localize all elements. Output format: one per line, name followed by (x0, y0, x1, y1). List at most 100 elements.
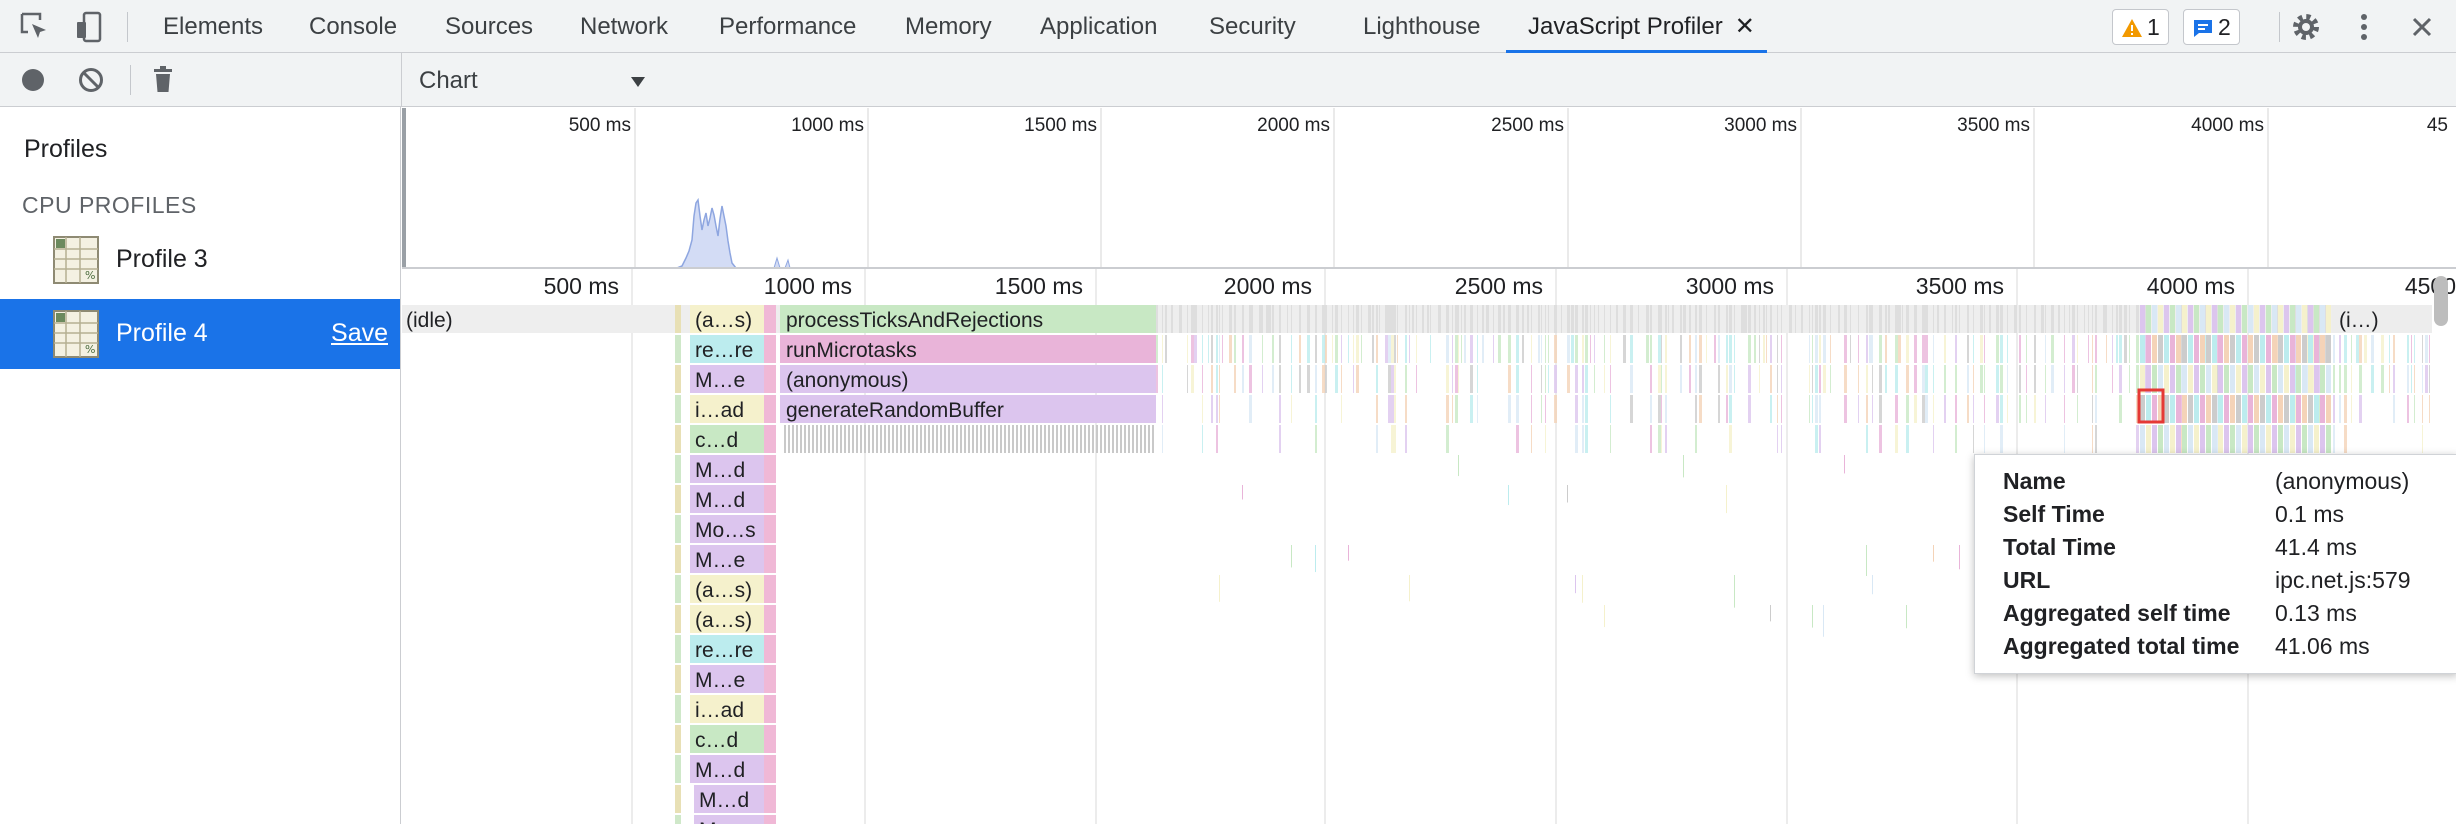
flame-frame[interactable] (764, 755, 776, 783)
flame-frame[interactable] (1498, 335, 1501, 363)
flame-frame[interactable] (1866, 365, 1868, 393)
flame-frame[interactable] (1541, 395, 1542, 423)
flame-frame[interactable] (2092, 425, 2093, 453)
flame-frame[interactable] (2176, 335, 2181, 363)
flame-frame[interactable] (2170, 335, 2175, 363)
flame-frame[interactable] (2218, 335, 2223, 363)
flame-frame[interactable] (1112, 425, 1114, 453)
flame-frame[interactable] (2308, 425, 2313, 453)
flame-frame[interactable] (1879, 335, 1882, 363)
flame-frame[interactable] (1076, 425, 1078, 453)
flame-frame[interactable] (2200, 395, 2205, 423)
flame-frame[interactable] (1242, 485, 1243, 500)
flame-frame[interactable] (1140, 425, 1142, 453)
flame-frame[interactable] (980, 425, 982, 453)
flame-frame[interactable] (888, 425, 890, 453)
flame-frame[interactable] (2364, 335, 2367, 363)
flame-frame[interactable] (1922, 395, 1925, 423)
flame-frame[interactable] (2224, 365, 2229, 393)
flame-frame[interactable] (920, 425, 922, 453)
inspect-element-icon[interactable] (16, 8, 54, 46)
flame-frame[interactable] (2095, 335, 2097, 363)
flame-frame[interactable] (1872, 575, 1873, 595)
flame-frame[interactable] (1661, 335, 1662, 363)
flame-frame[interactable] (1590, 335, 1591, 363)
flame-frame[interactable] (2254, 335, 2259, 363)
flame-frame[interactable] (2182, 425, 2187, 453)
flame-frame[interactable] (1249, 305, 1252, 333)
flame-frame[interactable] (2084, 305, 2085, 333)
flame-frame[interactable] (1446, 335, 1449, 363)
flame-frame[interactable] (2242, 395, 2247, 423)
flame-frame[interactable] (2158, 305, 2163, 333)
flame-frame[interactable] (2224, 395, 2229, 423)
flame-frame[interactable] (1823, 365, 1826, 393)
flame-frame[interactable] (1299, 365, 1301, 393)
flame-frame[interactable] (824, 425, 826, 453)
flame-frame[interactable] (1699, 335, 1702, 363)
flame-frame[interactable] (2407, 365, 2409, 393)
flame-frame[interactable] (2272, 335, 2277, 363)
flame-frame[interactable] (1545, 335, 1546, 363)
flame-frame[interactable] (2266, 305, 2271, 333)
flame-frame[interactable] (1279, 365, 1281, 393)
flame-frame[interactable] (1394, 305, 1396, 333)
flame-frame[interactable] (2194, 395, 2199, 423)
flame-frame[interactable] (1661, 365, 1662, 393)
flame-frame[interactable] (2112, 365, 2113, 393)
flame-frame[interactable] (2381, 365, 2384, 393)
flame-frame[interactable] (2236, 425, 2241, 453)
flame-frame[interactable] (2407, 395, 2409, 423)
flame-frame[interactable] (1409, 575, 1410, 602)
flame-frame[interactable] (1815, 395, 1818, 423)
flame-frame[interactable] (764, 665, 776, 693)
flame-frame[interactable] (1585, 365, 1588, 393)
flame-frame[interactable] (1706, 305, 1707, 333)
flame-frame[interactable] (2000, 335, 2003, 363)
flame-frame[interactable] (1341, 395, 1342, 423)
flame-frame[interactable] (2088, 305, 2089, 333)
flame-frame[interactable] (856, 425, 858, 453)
flame-frame[interactable] (1470, 305, 1473, 333)
flame-frame[interactable] (1335, 365, 1338, 393)
flame-frame[interactable] (1262, 365, 1263, 393)
flame-frame[interactable] (1522, 305, 1524, 333)
flame-frame[interactable] (675, 815, 681, 824)
flame-frame[interactable] (2302, 425, 2307, 453)
flame-frame[interactable] (2064, 365, 2065, 393)
flame-frame[interactable] (2296, 425, 2301, 453)
flame-frame[interactable] (2182, 305, 2187, 333)
flame-frame[interactable] (788, 425, 790, 453)
flame-frame[interactable] (1516, 335, 1519, 363)
flame-frame[interactable] (1959, 545, 1960, 570)
flame-frame[interactable] (2034, 305, 2036, 333)
flame-frame[interactable] (1452, 395, 1453, 423)
flame-frame[interactable] (1658, 305, 1661, 333)
flame-frame[interactable] (1211, 335, 1213, 363)
flame-frame[interactable] (2278, 395, 2283, 423)
flame-frame[interactable] (2371, 335, 2374, 363)
flame-frame[interactable] (1567, 485, 1568, 503)
flame-frame[interactable] (764, 305, 776, 333)
flame-frame[interactable] (1925, 395, 1928, 423)
flame-frame[interactable] (1008, 425, 1010, 453)
flame-frame[interactable] (1405, 365, 1407, 393)
flame-frame[interactable] (924, 425, 926, 453)
flame-frame[interactable] (1585, 395, 1588, 423)
flame-frame[interactable] (1391, 335, 1394, 363)
flame-frame[interactable] (1299, 335, 1301, 363)
flame-frame[interactable] (1508, 485, 1509, 506)
flame-frame[interactable] (1388, 365, 1391, 393)
flame-frame[interactable] (2242, 335, 2247, 363)
flame-frame[interactable] (1777, 305, 1778, 333)
flame-frame[interactable] (1335, 335, 1338, 363)
flame-frame[interactable] (1763, 335, 1765, 363)
flame-frame[interactable] (2064, 425, 2065, 453)
flame-frame[interactable] (2129, 365, 2130, 393)
flame-frame[interactable] (1040, 425, 1042, 453)
flame-frame[interactable] (1955, 305, 1957, 333)
flame-frame[interactable] (2164, 305, 2169, 333)
flame-frame[interactable] (2188, 425, 2193, 453)
flame-frame[interactable] (1795, 305, 1796, 333)
flame-frame[interactable] (2278, 425, 2283, 453)
